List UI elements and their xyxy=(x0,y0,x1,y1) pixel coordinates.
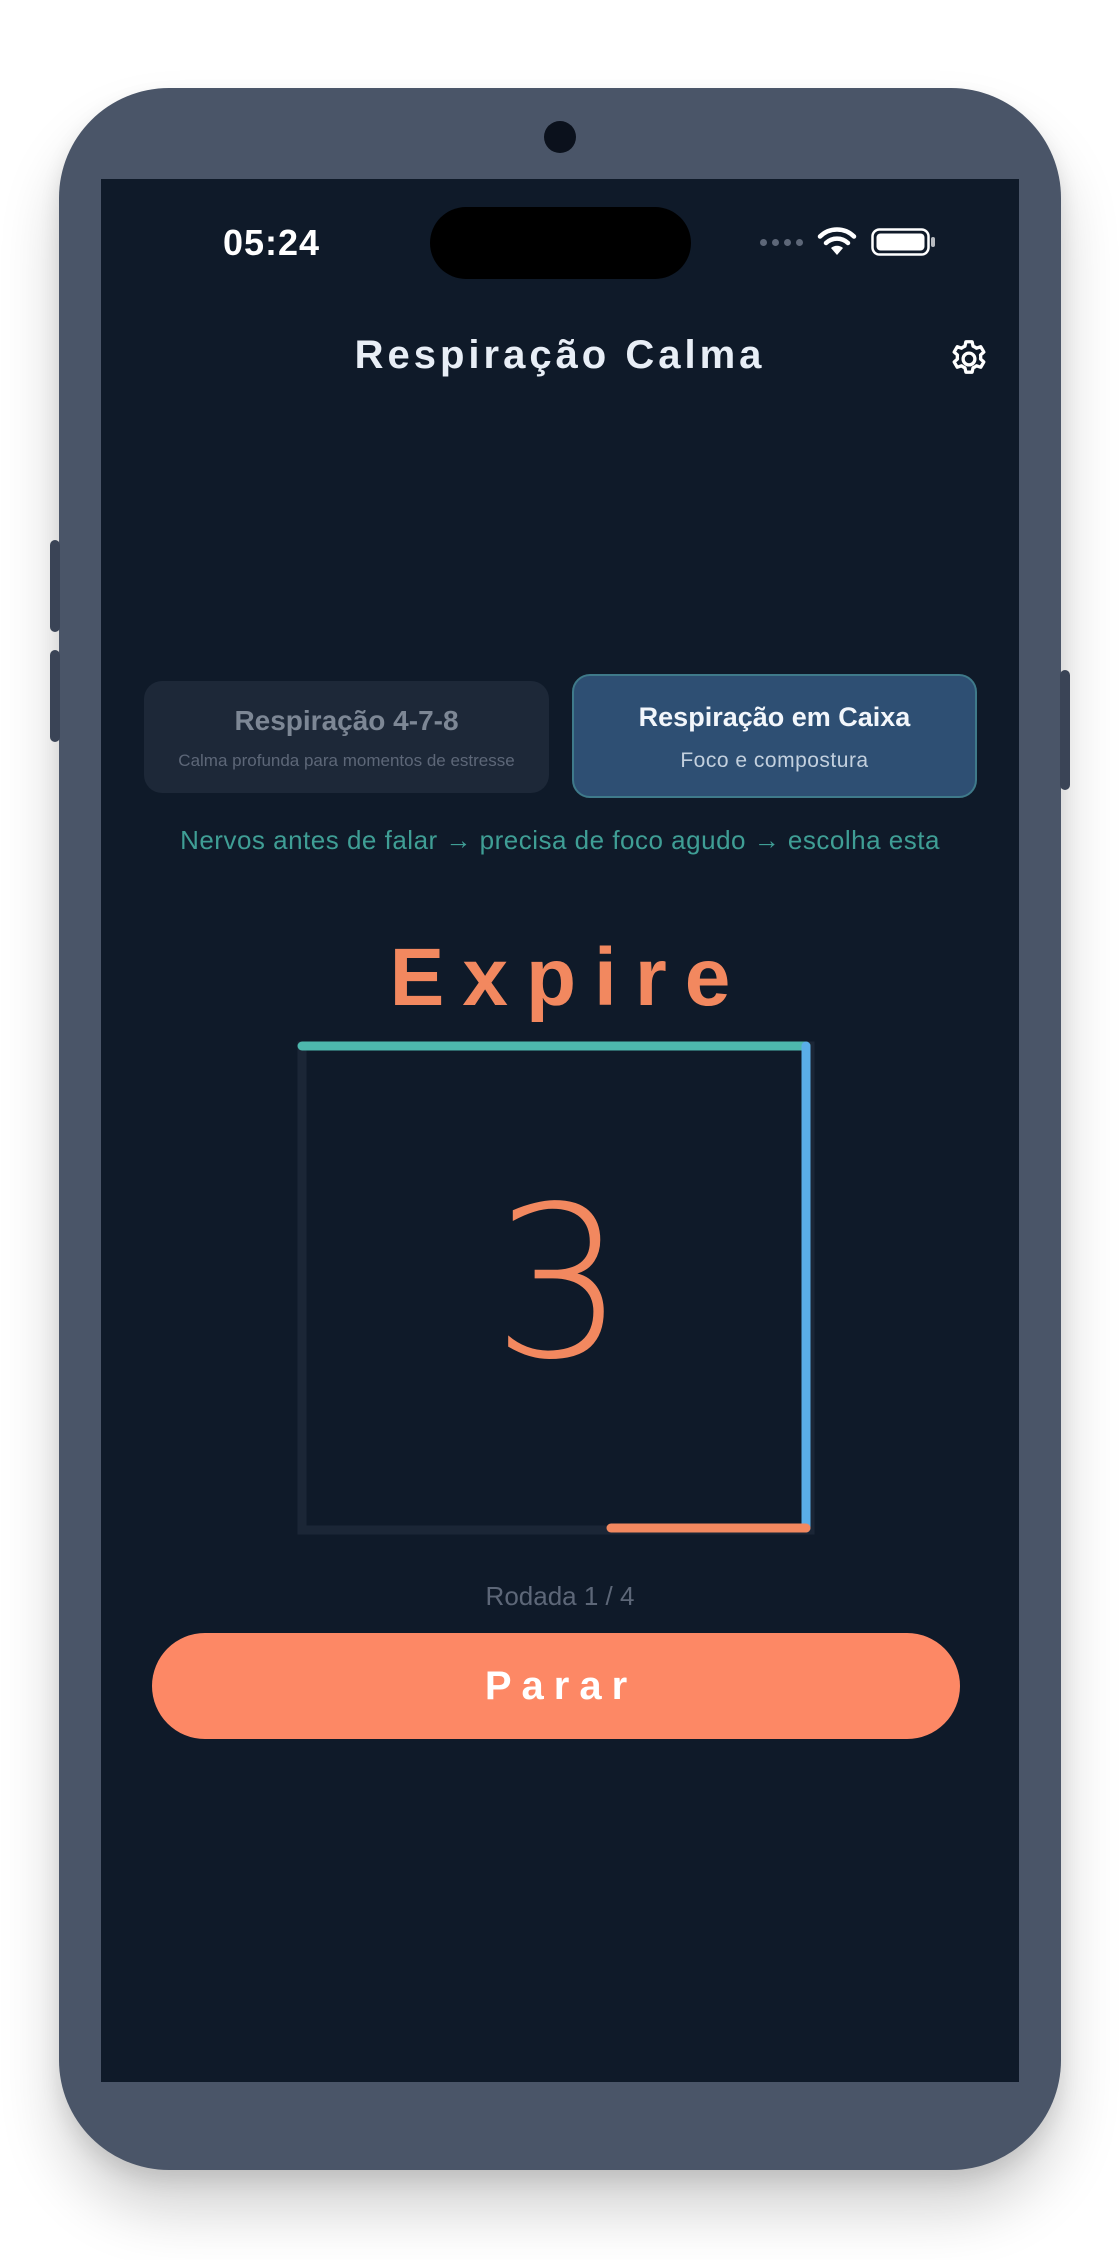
round-counter: Rodada 1 / 4 xyxy=(485,1581,635,1611)
technique-hint: Nervos antes de falar → precisa de foco … xyxy=(180,825,940,855)
technique-card-box[interactable]: Respiração em Caixa Foco e compostura xyxy=(572,674,977,798)
technique-title: Respiração 4-7-8 xyxy=(234,705,459,736)
wifi-icon xyxy=(817,227,857,255)
battery-icon xyxy=(871,228,935,256)
app-screen: 05:24 Respiração Calma Respiração 4-7-8 … xyxy=(101,179,1019,2082)
technique-subtitle: Calma profunda para momentos de estresse xyxy=(178,751,515,770)
stop-button[interactable]: Parar xyxy=(152,1633,960,1739)
page-title: Respiração Calma xyxy=(354,333,766,377)
power-button xyxy=(1060,670,1070,790)
technique-title: Respiração em Caixa xyxy=(638,702,911,732)
front-camera xyxy=(544,121,576,153)
status-time: 05:24 xyxy=(223,222,321,263)
countdown-number: 3 xyxy=(492,1161,626,1406)
technique-subtitle: Foco e compostura xyxy=(680,749,869,772)
status-icons xyxy=(760,227,937,257)
breath-phase-label: Expire xyxy=(389,932,749,1023)
technique-card-478[interactable]: Respiração 4-7-8 Calma profunda para mom… xyxy=(144,681,549,793)
volume-button xyxy=(50,650,60,742)
dynamic-island xyxy=(430,207,691,279)
mute-switch xyxy=(50,540,60,632)
gear-icon[interactable] xyxy=(947,337,991,381)
cellular-signal-icon xyxy=(760,238,803,246)
